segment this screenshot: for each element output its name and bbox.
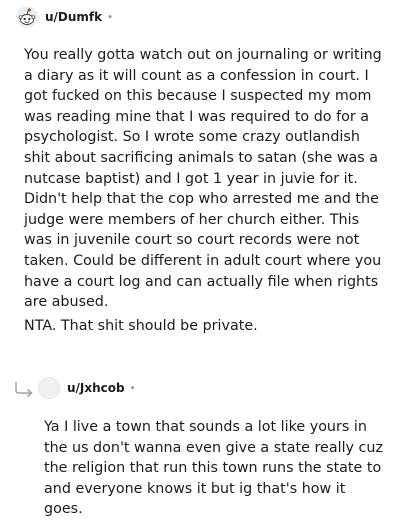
comment-paragraph: You really gotta watch out on journaling… [24,47,382,311]
comment-paragraph: Ya I live a town that sounds a lot like … [44,419,383,518]
comment-author[interactable]: u/Dumfk [45,10,102,24]
separator-dot: • [107,11,114,23]
comment-header: u/Jxhcob • [38,377,136,399]
comment-author[interactable]: u/Jxhcob [67,381,125,395]
separator-dot: • [129,382,136,394]
comment-paragraph: NTA. That shit should be private. [24,318,258,334]
reply-arrow-icon [12,380,36,398]
snoo-avatar-icon[interactable] [16,6,38,28]
comment-header: u/Dumfk • [16,6,113,28]
default-avatar-icon[interactable] [38,377,60,399]
